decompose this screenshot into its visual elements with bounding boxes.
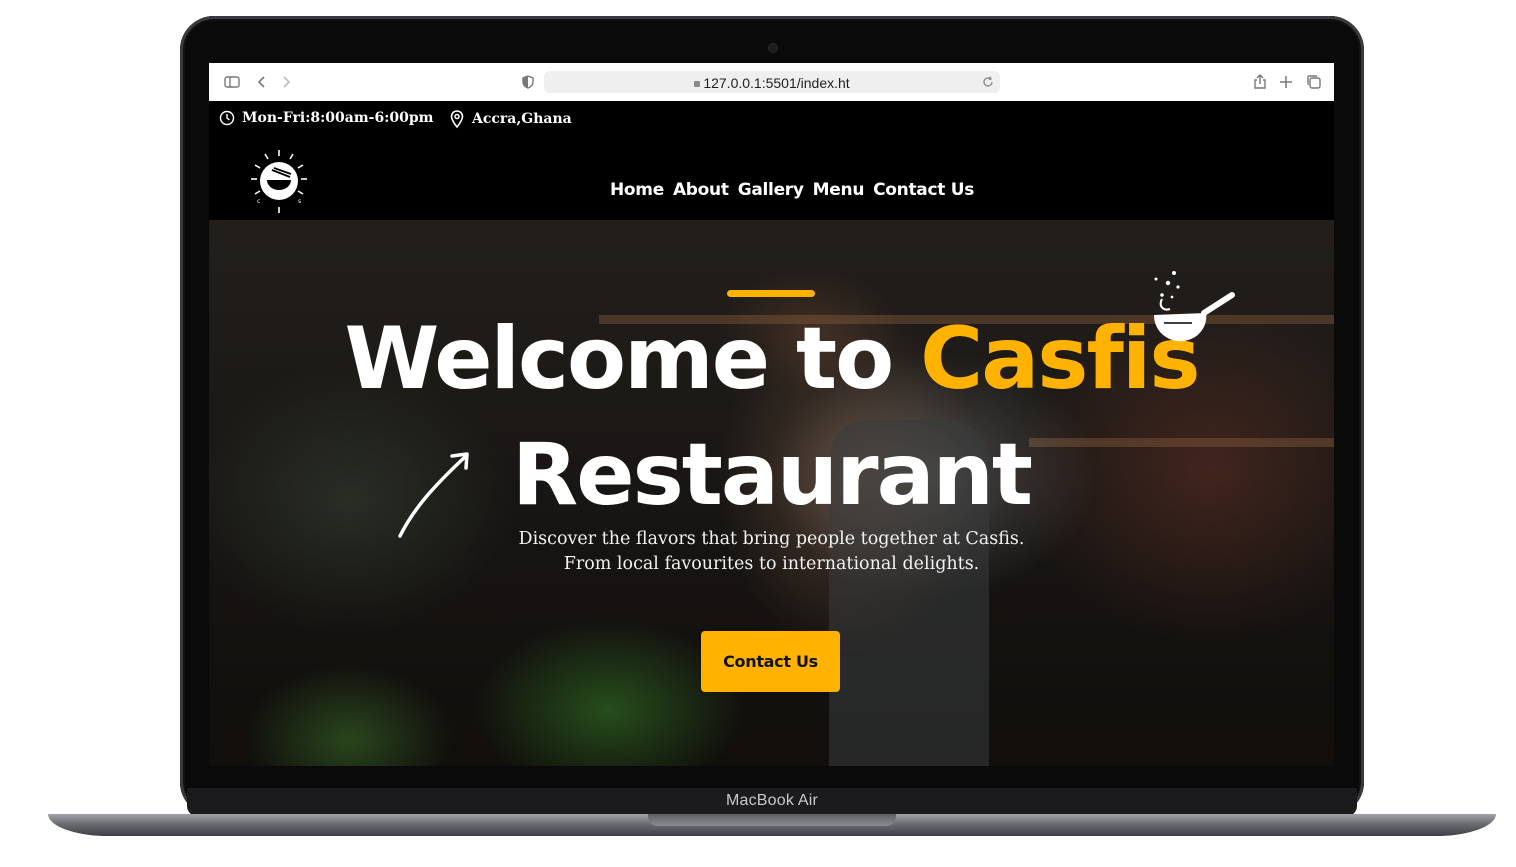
svg-text:s: s [298,198,301,205]
nav-menu[interactable]: Menu [813,180,865,200]
address-bar[interactable]: 127.0.0.1:5501/index.ht [544,71,1000,93]
reload-icon[interactable] [980,74,996,90]
nav-about[interactable]: About [673,180,729,200]
url-text: 127.0.0.1:5501/index.ht [703,75,850,91]
hero-section: Welcome to Casfis Restaurant Discover th… [209,220,1334,766]
hero-subtitle: Discover the flavors that bring people t… [209,527,1334,577]
frying-pan-icon [1154,271,1235,342]
accent-line [727,290,815,297]
info-bar: Mon-Fri:8:00am-6:00pm Accra,Ghana [209,101,1334,141]
opening-hours: Mon-Fri:8:00am-6:00pm [219,109,433,127]
hero-subtitle-line2: From local favourites to international d… [563,554,980,574]
laptop-base-notch [648,814,896,826]
lock-icon [694,81,701,87]
browser-toolbar: 127.0.0.1:5501/index.ht [209,63,1334,102]
back-icon[interactable] [253,73,271,91]
laptop-chin: MacBook Air [187,788,1357,816]
location-text: Accra,Ghana [472,111,572,127]
clock-icon [219,110,235,126]
nav-gallery[interactable]: Gallery [738,180,804,200]
svg-text:c: c [257,198,260,205]
restaurant-logo-icon[interactable]: c s [243,147,315,215]
browser-screen: 127.0.0.1:5501/index.ht Mon-Fri:8:00am-6… [209,63,1334,766]
nav-links: Home About Gallery Menu Contact Us [610,180,974,200]
privacy-shield-icon[interactable] [519,73,537,91]
camera-icon [768,43,778,53]
hero-title-prefix: Welcome to [344,309,921,409]
site-navbar: c s Home About Gallery Menu Contact Us [209,141,1334,220]
share-icon[interactable] [1251,73,1269,91]
tabs-overview-icon[interactable] [1305,73,1323,91]
location: Accra,Ghana [449,109,572,129]
forward-icon[interactable] [277,73,295,91]
device-label: MacBook Air [725,792,818,809]
hero-title-line2: Restaurant [512,425,1033,525]
sidebar-icon[interactable] [223,73,241,91]
hours-text: Mon-Fri:8:00am-6:00pm [242,110,434,126]
contact-us-button[interactable]: Contact Us [701,631,840,692]
new-tab-icon[interactable] [1277,73,1295,91]
map-pin-icon [450,110,464,129]
hero-subtitle-line1: Discover the flavors that bring people t… [518,529,1025,549]
nav-home[interactable]: Home [610,180,664,200]
nav-contact-us[interactable]: Contact Us [873,180,974,200]
